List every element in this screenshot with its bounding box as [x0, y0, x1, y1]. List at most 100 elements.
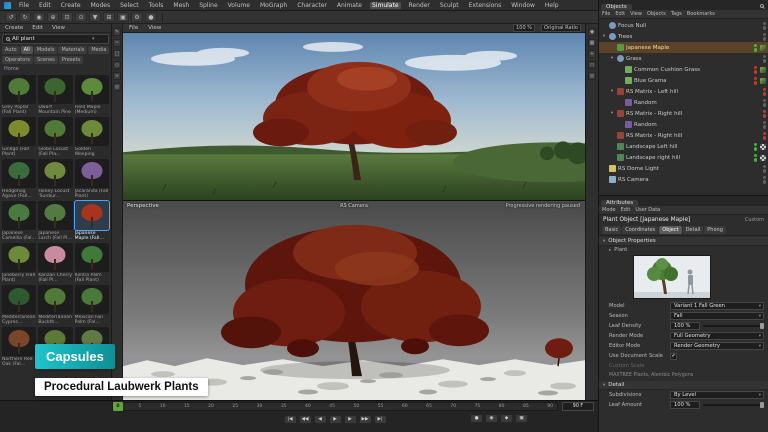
keyframe-icon[interactable]: ◆: [500, 414, 513, 423]
redo-icon[interactable]: ↻: [19, 12, 31, 22]
breadcrumb[interactable]: Home: [0, 65, 111, 73]
next-key-icon[interactable]: ▶▶: [359, 415, 372, 424]
render-visibility-dot[interactable]: [763, 103, 767, 107]
viewport-label[interactable]: Perspective: [127, 203, 159, 209]
object-row[interactable]: ▾ Grass: [599, 53, 768, 64]
asset-item[interactable]: Honey Locust 'Sunbur…: [38, 159, 72, 199]
axis-icon[interactable]: +: [588, 50, 596, 58]
objects-menu-item[interactable]: File: [602, 11, 610, 17]
field-value[interactable]: By Level: [670, 391, 764, 399]
menu-item[interactable]: File: [17, 2, 31, 9]
sweep-icon[interactable]: ◇: [113, 61, 121, 69]
render-visibility-dot[interactable]: [763, 180, 767, 184]
object-tag-icon[interactable]: [760, 78, 766, 84]
asset-search[interactable]: ▾: [2, 34, 109, 44]
expand-arrow-icon[interactable]: ▾: [601, 34, 607, 39]
visibility-dots[interactable]: [754, 66, 758, 74]
asset-item[interactable]: Japanese Larch (Fall Pl…: [38, 201, 72, 241]
editor-visibility-dot[interactable]: [763, 22, 767, 26]
prev-frame-icon[interactable]: ◀: [314, 415, 327, 424]
field-value[interactable]: Render Geometry: [670, 342, 764, 350]
render-visibility-dot[interactable]: [763, 136, 767, 140]
timeline-ruler[interactable]: 051015202530354045505560657075808590: [112, 402, 558, 411]
render-visibility-dot[interactable]: [754, 81, 758, 85]
object-row[interactable]: RS Dome Light: [599, 163, 768, 174]
asset-item[interactable]: Ginkgo (Fall Plant): [2, 117, 36, 157]
goto-end-icon[interactable]: ▶|: [374, 415, 387, 424]
object-tag-icon[interactable]: [760, 67, 766, 73]
visibility-dots[interactable]: [754, 77, 758, 85]
asset-menu-item[interactable]: View: [50, 25, 67, 31]
objects-menu-item[interactable]: Objects: [647, 11, 666, 17]
asset-item[interactable]: Grey Poplar (Fall Plant): [2, 75, 36, 115]
menu-item[interactable]: Mesh: [171, 2, 191, 9]
asset-item[interactable]: Kentia Palm (Fall Plant): [75, 243, 109, 283]
object-tag-icon[interactable]: [760, 144, 766, 150]
asset-item[interactable]: Japanese Camellia (Fal…: [2, 201, 36, 241]
perspective-viewport[interactable]: Perspective RS Camera Progressive render…: [123, 200, 585, 400]
record-icon[interactable]: ●: [470, 414, 483, 423]
rotate-icon[interactable]: ⊙: [75, 12, 87, 22]
field-value[interactable]: 100 %: [670, 401, 700, 409]
object-row[interactable]: Random: [599, 119, 768, 130]
menu-item[interactable]: Volume: [226, 2, 252, 9]
render-visibility-dot[interactable]: [763, 59, 767, 63]
asset-menu-item[interactable]: Create: [3, 25, 25, 31]
visibility-dots[interactable]: [763, 22, 767, 30]
isolate-icon[interactable]: ◎: [588, 72, 596, 80]
search-icon[interactable]: [760, 4, 764, 8]
autokey-icon[interactable]: ◉: [485, 414, 498, 423]
undo-icon[interactable]: ↺: [5, 12, 17, 22]
menu-item[interactable]: Window: [509, 2, 537, 9]
asset-filter-chip[interactable]: Media: [88, 46, 109, 54]
prev-key-icon[interactable]: ◀◀: [299, 415, 312, 424]
field-value[interactable]: Full Geometry: [670, 332, 764, 340]
object-row[interactable]: RS Camera: [599, 174, 768, 185]
workplane-icon[interactable]: ▭: [588, 61, 596, 69]
editor-visibility-dot[interactable]: [763, 132, 767, 136]
cube-icon[interactable]: □: [113, 50, 121, 58]
render-visibility-dot[interactable]: [754, 147, 758, 151]
menu-item[interactable]: MoGraph: [258, 2, 289, 9]
coordinate-system-icon[interactable]: ⊞: [103, 12, 115, 22]
asset-filter-chip[interactable]: Operators: [2, 56, 33, 64]
pencil-icon[interactable]: ✎: [113, 28, 121, 36]
render-visibility-dot[interactable]: [763, 114, 767, 118]
asset-item[interactable]: Mediterranean Cypres…: [2, 285, 36, 325]
asset-item[interactable]: Dwarf Mountain Pine (…: [38, 75, 72, 115]
render-visibility-dot[interactable]: [754, 158, 758, 162]
plant-group-row[interactable]: Plant: [599, 246, 768, 253]
objects-menu-item[interactable]: Tags: [671, 11, 682, 17]
asset-menu-item[interactable]: Edit: [30, 25, 45, 31]
play-icon[interactable]: ▶: [329, 415, 342, 424]
object-tag-icon[interactable]: [760, 45, 766, 51]
last-tool-icon[interactable]: ▼: [89, 12, 101, 22]
attributes-menu-item[interactable]: User Data: [635, 207, 660, 213]
asset-item[interactable]: Mediterranean Buckth…: [38, 285, 72, 325]
asset-item[interactable]: Golden Weeping Willo…: [75, 117, 109, 157]
object-row[interactable]: Focus Null: [599, 20, 768, 31]
picture-viewer-menu-item[interactable]: File: [127, 25, 140, 31]
visibility-dots[interactable]: [763, 55, 767, 63]
object-row[interactable]: Landscape Left hill: [599, 141, 768, 152]
visibility-dots[interactable]: [763, 110, 767, 118]
menu-item[interactable]: Extensions: [467, 2, 504, 9]
menu-item[interactable]: Select: [118, 2, 141, 9]
menu-item[interactable]: Edit: [37, 2, 53, 9]
editor-visibility-dot[interactable]: [754, 143, 758, 147]
menu-item[interactable]: Help: [543, 2, 561, 9]
editor-visibility-dot[interactable]: [754, 154, 758, 158]
asset-filter-chip[interactable]: Models: [34, 46, 58, 54]
editor-visibility-dot[interactable]: [763, 88, 767, 92]
visibility-dots[interactable]: [763, 176, 767, 184]
render-visibility-dot[interactable]: [754, 48, 758, 52]
asset-filter-chip[interactable]: Presets: [59, 56, 83, 64]
render-visibility-dot[interactable]: [763, 37, 767, 41]
preset-label[interactable]: Custom: [745, 217, 764, 223]
object-tag-icon[interactable]: [760, 155, 766, 161]
render-visibility-dot[interactable]: [763, 92, 767, 96]
editor-visibility-dot[interactable]: [763, 55, 767, 59]
menu-item[interactable]: Render: [407, 2, 432, 9]
menu-item[interactable]: Character: [295, 2, 329, 9]
visibility-dots[interactable]: [763, 99, 767, 107]
